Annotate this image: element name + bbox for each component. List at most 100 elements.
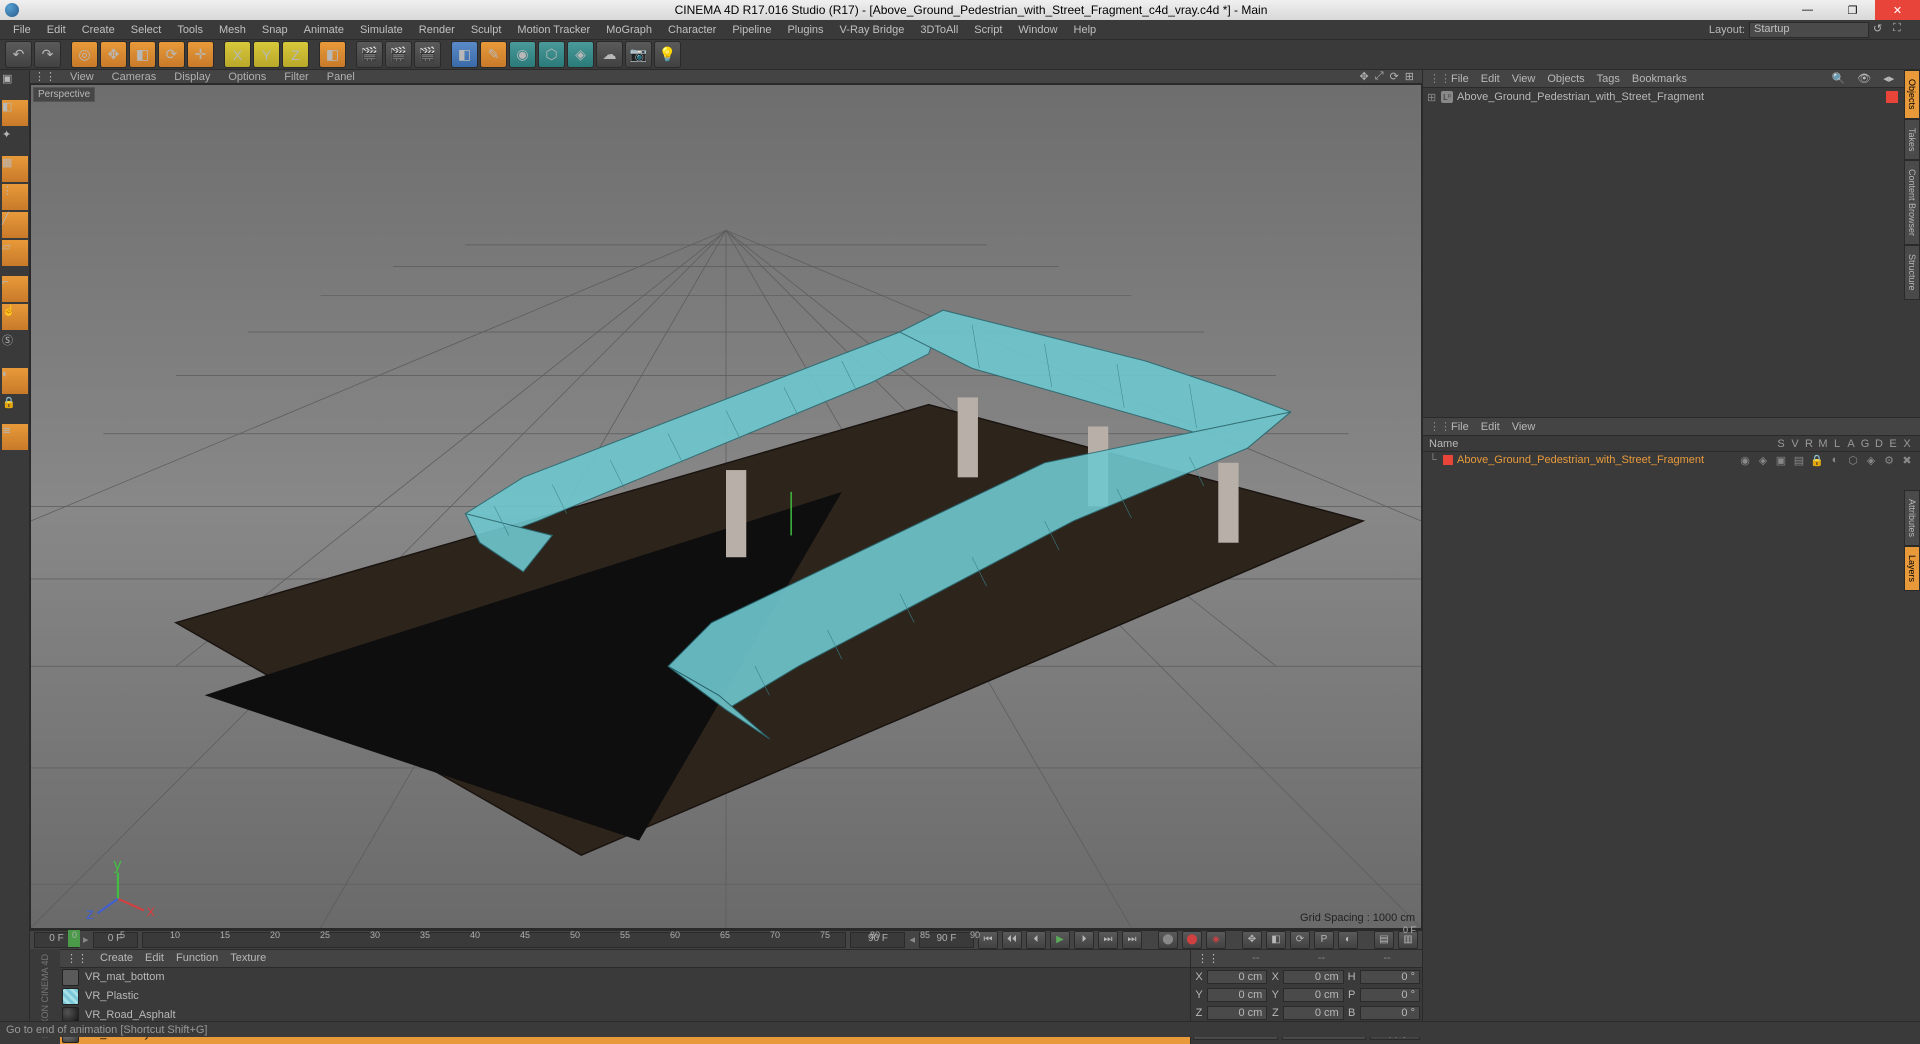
redo-button[interactable]: ↷	[34, 41, 61, 68]
tab-attributes[interactable]: Attributes	[1904, 490, 1920, 546]
menu-mesh[interactable]: Mesh	[211, 24, 254, 36]
add-generator-button[interactable]: ⬡	[538, 41, 565, 68]
render-view-button[interactable]: 🎬	[356, 41, 383, 68]
tab-content-browser[interactable]: Content Browser	[1904, 160, 1920, 245]
material-item[interactable]: VR_mat_bottom	[60, 968, 1190, 987]
layer-row[interactable]: └ Above_Ground_Pedestrian_with_Street_Fr…	[1423, 452, 1920, 468]
texture-mode-button[interactable]: ✦	[2, 128, 28, 154]
panel-grip-icon[interactable]: ⋮⋮	[1197, 952, 1219, 965]
prev-frame-button[interactable]: ⏴	[1026, 931, 1046, 949]
object-tree[interactable]: ⊞ L⁰ Above_Ground_Pedestrian_with_Street…	[1423, 88, 1920, 417]
render-picture-button[interactable]: 🎬	[385, 41, 412, 68]
add-environment-button[interactable]: ☁	[596, 41, 623, 68]
key-pos-button[interactable]: ✥	[1242, 931, 1262, 949]
add-deformer-button[interactable]: ◈	[567, 41, 594, 68]
record-off-button[interactable]: ⬤	[1158, 931, 1178, 949]
menu-select[interactable]: Select	[123, 24, 170, 36]
mat-menu-create[interactable]: Create	[100, 952, 133, 964]
vp-nav-layout-icon[interactable]: ⊞	[1405, 70, 1414, 83]
lay-menu-file[interactable]: File	[1451, 421, 1469, 433]
menu-create[interactable]: Create	[74, 24, 123, 36]
timeline-opt1-button[interactable]: ▤	[1374, 931, 1394, 949]
live-select-tool[interactable]: ◎	[71, 41, 98, 68]
menu-file[interactable]: File	[5, 24, 39, 36]
vp-nav-rotate-icon[interactable]: ⟳	[1390, 70, 1399, 83]
object-name[interactable]: Above_Ground_Pedestrian_with_Street_Frag…	[1457, 91, 1878, 103]
layer-render-icon[interactable]: ▣	[1774, 454, 1788, 467]
lay-menu-edit[interactable]: Edit	[1481, 421, 1500, 433]
range-start-input[interactable]: 0 F	[93, 932, 138, 948]
layer-solo-icon[interactable]: ◉	[1738, 454, 1752, 467]
menu-mograph[interactable]: MoGraph	[598, 24, 660, 36]
layer-def-icon[interactable]: ◈	[1864, 454, 1878, 467]
layer-gen-icon[interactable]: ⬡	[1846, 454, 1860, 467]
goto-next-key-button[interactable]: ⏭	[1098, 931, 1118, 949]
obj-menu-file[interactable]: File	[1451, 73, 1469, 85]
layer-xref-icon[interactable]: ✖	[1900, 454, 1914, 467]
close-button[interactable]: ✕	[1875, 0, 1920, 20]
add-camera-button[interactable]: 📷	[625, 41, 652, 68]
undo-button[interactable]: ↶	[5, 41, 32, 68]
layout-select[interactable]: Startup	[1749, 22, 1869, 38]
search-icon[interactable]: 🔍	[1832, 72, 1846, 85]
edges-mode-button[interactable]: ╱	[2, 212, 28, 238]
goto-prev-key-button[interactable]: ⏴⏴	[1002, 931, 1022, 949]
layer-lock-icon[interactable]: 🔒	[1810, 454, 1824, 467]
panel-grip-icon[interactable]: ⋮⋮	[1429, 72, 1439, 85]
snap-button[interactable]: Ⓢ	[2, 332, 28, 358]
vp-nav-zoom-icon[interactable]: ⤢	[1375, 70, 1384, 83]
planar-workplane-button[interactable]: ≋	[2, 424, 28, 450]
size-x-input[interactable]: 0 cm	[1283, 970, 1343, 984]
goto-end-button[interactable]: ⏭	[1122, 931, 1142, 949]
menu-plugins[interactable]: Plugins	[779, 24, 831, 36]
menu-animate[interactable]: Animate	[296, 24, 352, 36]
rot-b-input[interactable]: 0 °	[1360, 1006, 1420, 1020]
obj-menu-view[interactable]: View	[1512, 73, 1536, 85]
tweak-button[interactable]: ☝	[2, 304, 28, 330]
menu-snap[interactable]: Snap	[254, 24, 296, 36]
menu-vray-bridge[interactable]: V-Ray Bridge	[832, 24, 913, 36]
menu-render[interactable]: Render	[411, 24, 463, 36]
workplane-mode-button[interactable]: ◐	[2, 368, 28, 394]
mat-menu-function[interactable]: Function	[176, 952, 218, 964]
viewport[interactable]: Perspective	[30, 84, 1422, 929]
mat-menu-texture[interactable]: Texture	[230, 952, 266, 964]
arrows-icon[interactable]: ◂▸	[1883, 72, 1894, 85]
pos-x-input[interactable]: 0 cm	[1207, 970, 1267, 984]
lock-x-button[interactable]: X	[224, 41, 251, 68]
add-light-button[interactable]: 💡	[654, 41, 681, 68]
mat-menu-edit[interactable]: Edit	[145, 952, 164, 964]
obj-menu-edit[interactable]: Edit	[1481, 73, 1500, 85]
axis-button[interactable]: ⌐	[2, 276, 28, 302]
add-cube-button[interactable]: ◧	[451, 41, 478, 68]
menu-simulate[interactable]: Simulate	[352, 24, 411, 36]
lay-menu-view[interactable]: View	[1512, 421, 1536, 433]
layout-cycle-button[interactable]: ↺	[1873, 22, 1889, 38]
vp-menu-options[interactable]: Options	[224, 71, 270, 83]
lock-workplane-button[interactable]: 🔒	[2, 396, 28, 422]
key-pla-button[interactable]: ◐	[1338, 931, 1358, 949]
rot-p-input[interactable]: 0 °	[1360, 988, 1420, 1002]
scale-tool[interactable]: ◧	[129, 41, 156, 68]
move-tool[interactable]: ✥	[100, 41, 127, 68]
render-settings-button[interactable]: 🎬	[414, 41, 441, 68]
pos-y-input[interactable]: 0 cm	[1207, 988, 1267, 1002]
lock-y-button[interactable]: Y	[253, 41, 280, 68]
menu-edit[interactable]: Edit	[39, 24, 74, 36]
layer-manager-icon[interactable]: ▤	[1792, 454, 1806, 467]
tab-takes[interactable]: Takes	[1904, 119, 1920, 161]
last-tool[interactable]: ✛	[187, 41, 214, 68]
vp-nav-move-icon[interactable]: ✥	[1360, 70, 1369, 83]
eye-icon[interactable]: 👁	[1857, 72, 1871, 85]
layer-expr-icon[interactable]: ⚙	[1882, 454, 1896, 467]
menu-window[interactable]: Window	[1010, 24, 1065, 36]
key-param-button[interactable]: P	[1314, 931, 1334, 949]
minimize-button[interactable]: —	[1785, 0, 1830, 20]
menu-help[interactable]: Help	[1066, 24, 1105, 36]
obj-menu-tags[interactable]: Tags	[1597, 73, 1620, 85]
make-editable-button[interactable]: ▣	[2, 72, 28, 98]
autokey-button[interactable]: ⬤	[1182, 931, 1202, 949]
play-button[interactable]: ▶	[1050, 931, 1070, 949]
layout-expand-button[interactable]: ⛶	[1893, 22, 1909, 38]
layer-color-swatch[interactable]	[1443, 455, 1453, 465]
